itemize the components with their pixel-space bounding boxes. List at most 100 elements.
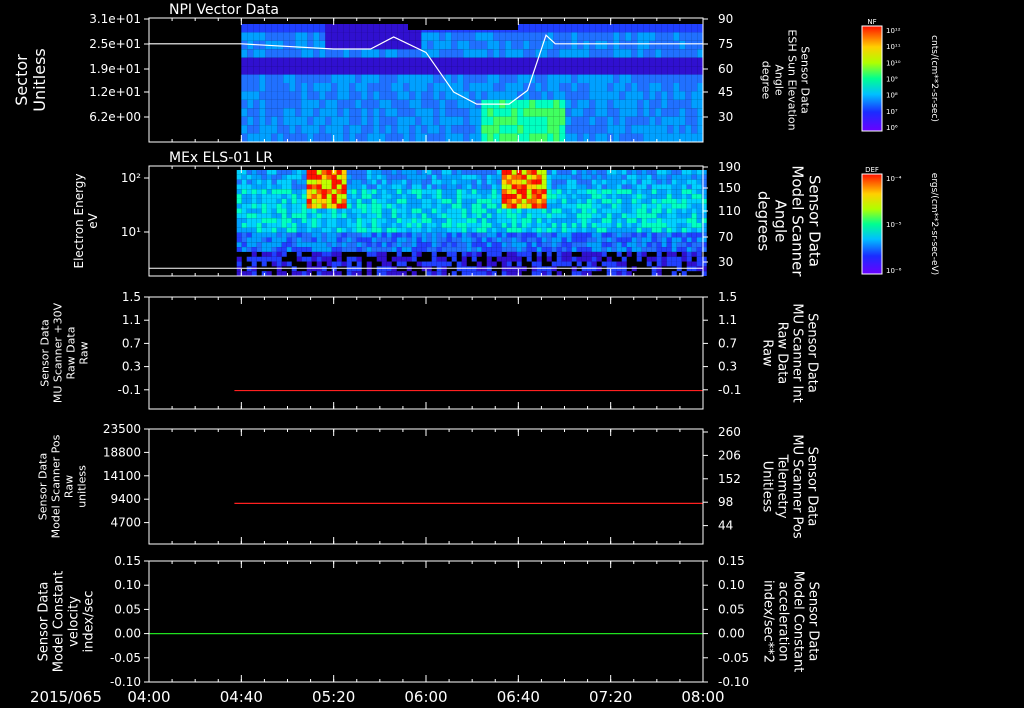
heat-cell — [259, 83, 266, 92]
heat-cell — [613, 125, 620, 134]
heat-cell — [529, 91, 536, 100]
heat-cell — [571, 184, 577, 190]
heat-cell — [271, 261, 277, 267]
heat-cell — [326, 189, 332, 195]
heat-cell — [471, 170, 477, 175]
heat-cell — [511, 74, 518, 83]
heat-cell — [271, 91, 278, 100]
heat-cell — [341, 203, 347, 209]
heat-cell — [671, 170, 677, 175]
heat-cell — [316, 203, 322, 209]
heat-cell — [696, 194, 702, 199]
heat-cell — [476, 271, 482, 276]
heat-cell — [391, 184, 397, 190]
heat-cell — [396, 247, 402, 252]
heat-cell — [559, 125, 566, 134]
heat-cell — [643, 49, 650, 58]
heat-cell — [621, 213, 627, 219]
heat-cell — [311, 184, 317, 190]
heat-cell — [551, 194, 557, 199]
heat-cell — [607, 99, 614, 109]
heat-cell — [619, 24, 626, 33]
heat-cell — [691, 251, 697, 257]
heat-cell — [613, 24, 620, 33]
heat-cell — [416, 261, 422, 267]
y-axis-label: velocity — [67, 596, 82, 647]
heat-cell — [681, 189, 687, 195]
heat-cell — [649, 74, 656, 83]
heat-cell — [281, 184, 287, 190]
heat-cell — [433, 40, 440, 50]
heat-cell — [686, 232, 692, 238]
heat-cell — [561, 170, 567, 175]
panel-title: MEx ELS-01 LR — [169, 150, 273, 166]
heat-cell — [553, 125, 560, 134]
heat-cell — [281, 232, 287, 238]
heat-cell — [281, 198, 287, 204]
heat-cell — [696, 242, 702, 248]
heat-cell — [281, 227, 287, 233]
heat-cell — [676, 247, 682, 252]
heat-cell — [501, 261, 507, 267]
heat-cell — [236, 194, 242, 199]
heat-cell — [679, 99, 686, 109]
heat-cell — [491, 198, 497, 204]
heat-cell — [427, 99, 434, 109]
heat-cell — [396, 198, 402, 204]
heat-cell — [667, 49, 674, 58]
heat-cell — [271, 74, 278, 83]
heat-cell — [589, 83, 596, 92]
heat-cell — [651, 227, 657, 233]
heat-cell — [391, 198, 397, 204]
heat-cell — [686, 184, 692, 190]
heat-cell — [641, 237, 647, 243]
heat-cell — [461, 179, 467, 185]
heat-cell — [466, 227, 472, 233]
heat-cell — [626, 218, 632, 223]
heat-cell — [576, 170, 582, 175]
heat-cell — [426, 247, 432, 252]
heat-cell — [456, 174, 462, 180]
heat-cell — [611, 242, 617, 248]
heat-cell — [583, 99, 590, 109]
heat-cell — [307, 32, 314, 41]
heat-cell — [349, 66, 356, 75]
heat-cell — [386, 237, 392, 243]
heat-cell — [379, 57, 386, 67]
heat-cell — [671, 194, 677, 199]
heat-cell — [667, 125, 674, 134]
heat-cell — [621, 174, 627, 180]
heat-cell — [241, 66, 248, 75]
heat-cell — [307, 91, 314, 100]
heat-cell — [616, 271, 622, 276]
heat-cell — [536, 261, 542, 267]
heat-cell — [496, 170, 502, 175]
heat-cell — [601, 251, 607, 257]
heat-cell — [631, 24, 638, 33]
heat-cell — [296, 198, 302, 204]
heat-cell — [265, 125, 272, 134]
heat-cell — [566, 194, 572, 199]
heat-cell — [361, 179, 367, 185]
heat-cell — [361, 66, 368, 75]
heat-cell — [596, 170, 602, 175]
heat-cell — [381, 261, 387, 267]
heat-cell — [681, 271, 687, 276]
heat-cell — [355, 57, 362, 67]
heat-cell — [355, 74, 362, 83]
heat-cell — [501, 242, 507, 248]
heat-cell — [311, 213, 317, 219]
heat-cell — [601, 247, 607, 252]
heat-cell — [386, 261, 392, 267]
heat-cell — [331, 179, 337, 185]
heat-cell — [681, 232, 687, 238]
x-tick-label: 08:00 — [681, 688, 724, 706]
heat-cell — [601, 203, 607, 209]
heat-cell — [266, 218, 272, 223]
heat-cell — [626, 213, 632, 219]
heat-cell — [349, 116, 356, 126]
heat-cell — [456, 194, 462, 199]
heat-cell — [466, 223, 472, 228]
heat-cell — [351, 203, 357, 209]
heat-cell — [466, 218, 472, 223]
